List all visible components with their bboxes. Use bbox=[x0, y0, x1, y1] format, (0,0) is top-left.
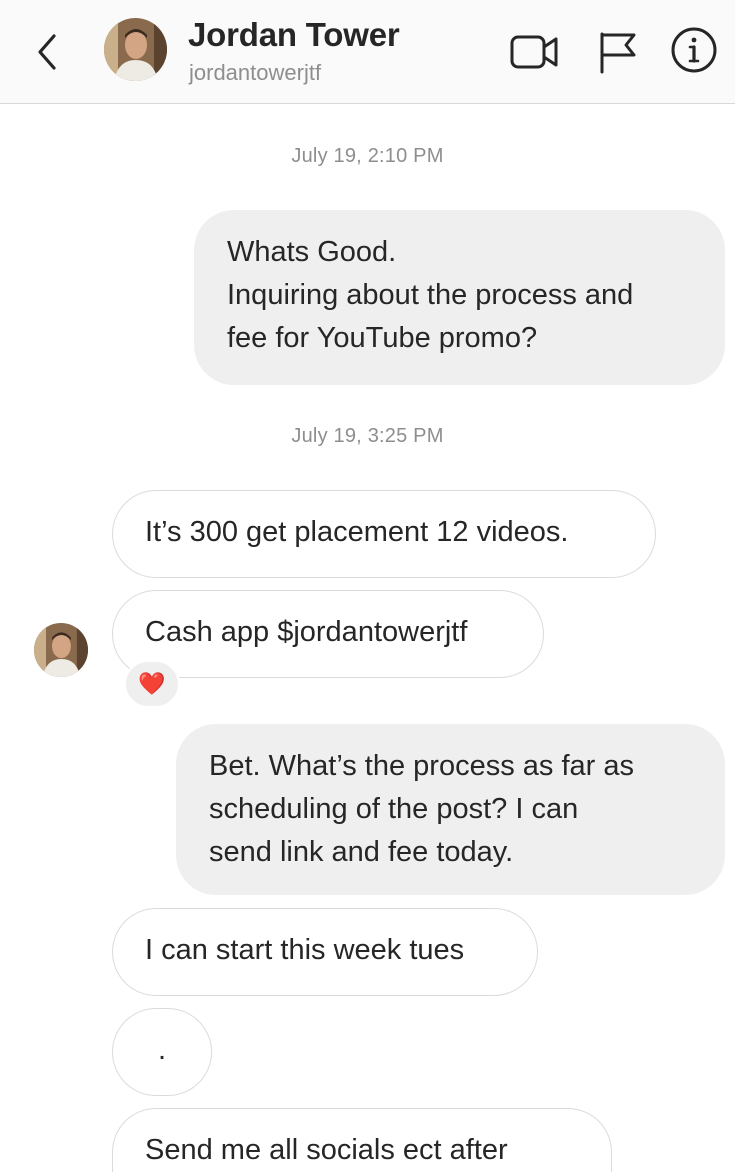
message-text-line: I can start this week tues bbox=[145, 934, 465, 966]
sent-message[interactable]: Whats Good. Inquiring about the process … bbox=[194, 210, 725, 385]
message-text-line: send link and fee today. bbox=[209, 836, 514, 868]
report-button[interactable] bbox=[590, 24, 646, 80]
contact-name[interactable]: Jordan Tower bbox=[188, 16, 400, 54]
message-text-line: Cash app $jordantowerjtf bbox=[145, 616, 468, 648]
received-message[interactable]: Cash app $jordantowerjtf bbox=[112, 590, 544, 678]
chevron-left-icon bbox=[38, 34, 56, 70]
profile-photo bbox=[34, 623, 88, 677]
message-text-line: Whats Good. bbox=[227, 236, 397, 268]
flag-icon bbox=[600, 32, 636, 74]
profile-photo bbox=[104, 18, 167, 81]
conversation-header: Jordan Tower jordantowerjtf bbox=[0, 0, 735, 104]
received-message[interactable]: It’s 300 get placement 12 videos. bbox=[112, 490, 656, 578]
back-button[interactable] bbox=[28, 28, 68, 76]
info-button[interactable] bbox=[668, 24, 724, 80]
message-text-line: It’s 300 get placement 12 videos. bbox=[145, 516, 569, 548]
timestamp: July 19, 3:25 PM bbox=[291, 425, 444, 447]
received-message[interactable]: Send me all socials ect after bbox=[112, 1108, 612, 1172]
video-camera-icon bbox=[510, 35, 558, 69]
message-text-line: Bet. What’s the process as far as bbox=[209, 750, 634, 782]
info-icon bbox=[671, 27, 717, 73]
message-text-line: scheduling of the post? I can bbox=[209, 793, 579, 825]
video-call-button[interactable] bbox=[506, 24, 562, 80]
timestamp: July 19, 2:10 PM bbox=[291, 145, 444, 167]
contact-username: jordantowerjtf bbox=[189, 60, 322, 85]
message-text-line: Send me all socials ect after bbox=[145, 1134, 508, 1166]
avatar[interactable] bbox=[34, 623, 88, 677]
message-text-line: . bbox=[157, 1034, 167, 1066]
sent-message[interactable]: Bet. What’s the process as far as schedu… bbox=[176, 724, 725, 895]
received-message[interactable]: . bbox=[112, 1008, 212, 1096]
message-text-line: fee for YouTube promo? bbox=[227, 322, 538, 354]
message-text-line: Inquiring about the process and bbox=[227, 279, 634, 311]
received-message[interactable]: I can start this week tues bbox=[112, 908, 538, 996]
heart-reaction[interactable]: ❤️ bbox=[124, 660, 180, 708]
avatar[interactable] bbox=[104, 18, 167, 81]
